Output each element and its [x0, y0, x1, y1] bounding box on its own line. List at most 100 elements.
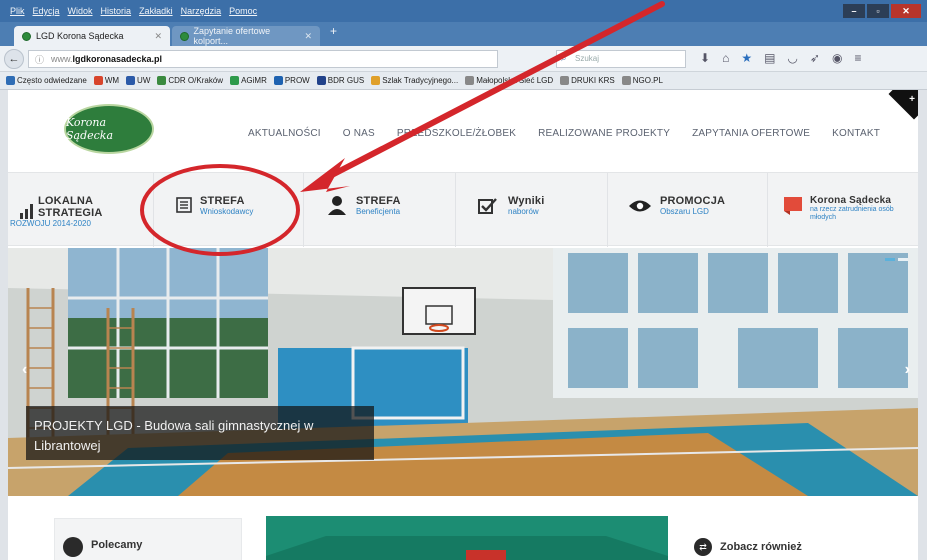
menu-item-edit[interactable]: Edycja [33, 6, 60, 16]
nav-item-projekty[interactable]: REALIZOWANE PROJEKTY [538, 128, 670, 139]
bookmark-item[interactable]: Często odwiedzane [6, 76, 87, 85]
sync-icon[interactable]: ◉ [832, 51, 842, 65]
bookmark-favicon-icon [465, 76, 475, 85]
see-also[interactable]: ⇄ Zobacz również [694, 538, 802, 556]
url-domain: lgdkoronasadecka.pl [72, 54, 163, 64]
menu-item-bookmarks[interactable]: Zakładki [139, 6, 173, 16]
bookmark-label: NGO.PL [632, 76, 663, 85]
hamburger-menu-icon[interactable]: ≡ [854, 51, 861, 65]
menu-item-tools[interactable]: Narzędzia [181, 6, 222, 16]
menu-item-view[interactable]: Widok [68, 6, 93, 16]
bookmark-label: PROW [284, 76, 310, 85]
send-icon[interactable]: ➶ [810, 51, 820, 65]
bookmark-label: DRUKI KRS [571, 76, 615, 85]
minimize-icon[interactable]: – [843, 4, 865, 18]
close-icon[interactable]: ✕ [891, 4, 921, 18]
toolbar-icons: ⬇ ⌂ ★ ▤ ◡ ➶ ◉ ≡ [700, 51, 861, 65]
nav-item-o-nas[interactable]: O NAS [343, 128, 375, 139]
bookmark-label: WM [104, 76, 120, 85]
bookmark-item[interactable]: AGiMR [230, 76, 267, 85]
logo-text: Korona Sądecka [66, 116, 114, 142]
site-favicon-icon [22, 31, 31, 41]
plus-icon[interactable]: + [909, 94, 915, 105]
quick-link-title: Wyniki [508, 195, 545, 207]
tab-lgd-korona[interactable]: LGD Korona Sądecka ✕ [14, 26, 170, 46]
shuffle-icon: ⇄ [694, 538, 712, 556]
bookmark-item[interactable]: NGO.PL [621, 76, 663, 85]
browser-window: Plik Edycja Widok Historia Zakładki Narz… [0, 0, 927, 560]
hero-slider[interactable]: ‹ › PROJEKTY LGD - Budowa sali gimnastyc… [8, 248, 918, 496]
address-bar[interactable]: ⓘ www.lgdkoronasadecka.pl [28, 50, 498, 68]
bookmark-favicon-icon [6, 76, 15, 85]
checkbox-icon [478, 198, 497, 214]
bookmark-item[interactable]: WM [93, 76, 120, 85]
slider-dot[interactable] [885, 258, 895, 261]
window-controls: – ▫ ✕ [843, 4, 921, 18]
quick-link-subtitle: Obszaru LGD [660, 207, 709, 216]
tab-bar: LGD Korona Sądecka ✕ Zapytanie ofertowe … [0, 22, 927, 46]
bookmark-label: Często odwiedzane [17, 76, 87, 85]
menu-item-help[interactable]: Pomoc [229, 6, 257, 16]
site-logo[interactable]: Korona Sądecka [64, 104, 154, 154]
tab-zapytanie[interactable]: Zapytanie ofertowe kolport... ✕ [172, 26, 320, 46]
bookmark-item[interactable]: UW [126, 76, 150, 85]
chevron-right-icon[interactable]: › [905, 361, 910, 379]
close-tab-icon[interactable]: ✕ [154, 31, 162, 42]
menu-item-file[interactable]: Plik [10, 6, 25, 16]
url-prefix: www. [51, 54, 73, 64]
quick-link-strategia[interactable]: LOKALNA STRATEGIA ROZWOJU 2014-2020 [8, 173, 154, 247]
close-tab-icon[interactable]: ✕ [304, 31, 312, 42]
new-tab-icon[interactable]: + [330, 24, 337, 38]
main-navigation: AKTUALNOŚCI O NAS PRZEDSZKOLE/ŻŁOBEK REA… [248, 128, 880, 139]
nav-item-zapytania[interactable]: ZAPYTANIA OFERTOWE [692, 128, 810, 139]
nav-item-aktualnosci[interactable]: AKTUALNOŚCI [248, 128, 321, 139]
quick-link-wyniki[interactable]: Wyniki naborów [456, 173, 608, 247]
bookmark-favicon-icon [273, 76, 283, 85]
recommended-label: Polecamy [91, 539, 143, 551]
search-input[interactable]: ⌕ Szukaj [556, 50, 686, 68]
maximize-icon[interactable]: ▫ [867, 4, 889, 18]
bookmark-item[interactable]: PROW [273, 76, 310, 85]
nav-item-kontakt[interactable]: KONTAKT [832, 128, 880, 139]
bookmark-label: BDR GUS [327, 76, 365, 85]
bar-chart-icon [20, 204, 33, 219]
quick-link-strefa-beneficjenta[interactable]: STREFA Beneficjenta [304, 173, 456, 247]
see-also-label: Zobacz również [720, 541, 802, 553]
bookmark-label: Szlak Tradycyjnego... [382, 76, 459, 85]
bookmark-item[interactable]: CDR O/Kraków [157, 76, 223, 85]
bookmark-item[interactable]: Małopolska Sieć LGD [465, 76, 553, 85]
bookmark-item[interactable]: BDR GUS [316, 76, 365, 85]
slide-caption[interactable]: PROJEKTY LGD - Budowa sali gimnastycznej… [26, 406, 374, 460]
bookmark-star-icon[interactable]: ★ [741, 51, 752, 65]
slider-dot[interactable] [898, 258, 908, 261]
bookmark-favicon-icon [621, 76, 631, 85]
navigation-bar: ← ⓘ www.lgdkoronasadecka.pl ⌕ Szukaj ⬇ ⌂… [0, 46, 927, 72]
tab-label: LGD Korona Sądecka [36, 31, 124, 41]
info-icon[interactable]: ⓘ [35, 52, 44, 68]
back-arrow-icon[interactable]: ← [4, 49, 24, 69]
quick-link-korona-sadecka[interactable]: Korona Sądecka na rzecz zatrudnienia osó… [768, 173, 918, 247]
quick-link-subtitle: Wnioskodawcy [200, 207, 254, 216]
tent-photo [266, 516, 668, 560]
menu-item-history[interactable]: Historia [101, 6, 132, 16]
quick-link-title: STREFA [200, 195, 245, 207]
chevron-left-icon[interactable]: ‹ [22, 361, 27, 379]
quick-link-promocja[interactable]: PROMOCJA Obszaru LGD [608, 173, 768, 247]
quick-link-strefa-wnioskodawcy[interactable]: STREFA Wnioskodawcy [154, 173, 304, 247]
featured-image[interactable] [266, 516, 668, 560]
search-placeholder: Szukaj [575, 54, 600, 63]
recommended-card[interactable]: Polecamy [54, 518, 242, 560]
pocket-icon[interactable]: ◡ [787, 51, 797, 65]
bookmarks-bar: Często odwiedzane WM UW CDR O/Kraków AGiMR PR… [0, 72, 927, 90]
bookmark-item[interactable]: Szlak Tradycyjnego... [371, 76, 458, 85]
download-icon[interactable]: ⬇ [700, 51, 710, 65]
bookmark-favicon-icon [560, 76, 570, 85]
library-icon[interactable]: ▤ [764, 51, 775, 65]
quick-link-subtitle: ROZWOJU 2014-2020 [10, 219, 91, 228]
nav-item-przedszkole[interactable]: PRZEDSZKOLE/ŻŁOBEK [397, 128, 516, 139]
home-icon[interactable]: ⌂ [722, 51, 729, 65]
bookmark-item[interactable]: DRUKI KRS [560, 76, 615, 85]
recommend-icon [63, 537, 83, 557]
quick-links-strip: LOKALNA STRATEGIA ROZWOJU 2014-2020 STRE… [8, 172, 918, 247]
bookmark-favicon-icon [93, 76, 103, 85]
